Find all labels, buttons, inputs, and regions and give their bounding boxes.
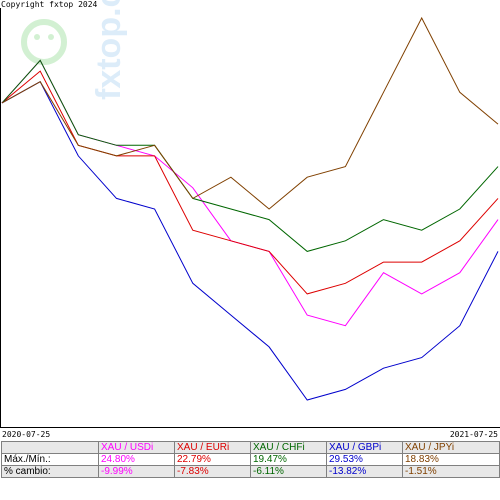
stats-header-row: XAU / USDi XAU / EURi XAU / CHFi XAU / G… — [1, 441, 500, 454]
column-header-jpy: XAU / JPYi — [402, 441, 500, 454]
watermark-logo-icon — [21, 19, 67, 65]
stats-table: XAU / USDi XAU / EURi XAU / CHFi XAU / G… — [1, 441, 500, 478]
maxmin-jpy: 18.83% — [402, 453, 500, 466]
watermark-text: fxtop.com — [90, 0, 128, 100]
change-chf: -6.11% — [250, 465, 327, 478]
column-header-usd: XAU / USDi — [98, 441, 175, 454]
maxmin-usd: 24.80% — [98, 453, 175, 466]
series-group — [1, 16, 499, 401]
x-axis-end-label: 2021-07-25 — [449, 430, 498, 439]
change-gbp: -13.82% — [326, 465, 403, 478]
watermark: fxtop.com — [21, 0, 128, 100]
chart-axes — [0, 8, 500, 428]
watermark-eye-right — [48, 34, 54, 40]
series-line-1 — [1, 70, 499, 295]
row-label-change: % cambio: — [1, 465, 99, 478]
change-usd: -9.99% — [98, 465, 175, 478]
stats-row-change: % cambio: -9.99% -7.83% -6.11% -13.82% -… — [1, 465, 500, 478]
series-line-2 — [1, 59, 499, 252]
maxmin-chf: 19.47% — [250, 453, 327, 466]
row-label-maxmin: Máx./Mín.: — [1, 453, 99, 466]
x-axis-start-label: 2020-07-25 — [2, 430, 51, 439]
watermark-eye-left — [34, 34, 40, 40]
series-line-3 — [1, 81, 499, 401]
maxmin-gbp: 29.53% — [326, 453, 403, 466]
change-eur: -7.83% — [174, 465, 251, 478]
column-header-gbp: XAU / GBPi — [326, 441, 403, 454]
series-line-4 — [1, 16, 499, 210]
maxmin-eur: 22.79% — [174, 453, 251, 466]
line-chart: fxtop.com — [0, 0, 500, 428]
column-header-chf: XAU / CHFi — [250, 441, 327, 454]
stats-row-maxmin: Máx./Mín.: 24.80% 22.79% 19.47% 29.53% 1… — [1, 453, 500, 466]
change-jpy: -1.51% — [402, 465, 500, 478]
stats-header-blank — [1, 441, 99, 454]
column-header-eur: XAU / EURi — [174, 441, 251, 454]
